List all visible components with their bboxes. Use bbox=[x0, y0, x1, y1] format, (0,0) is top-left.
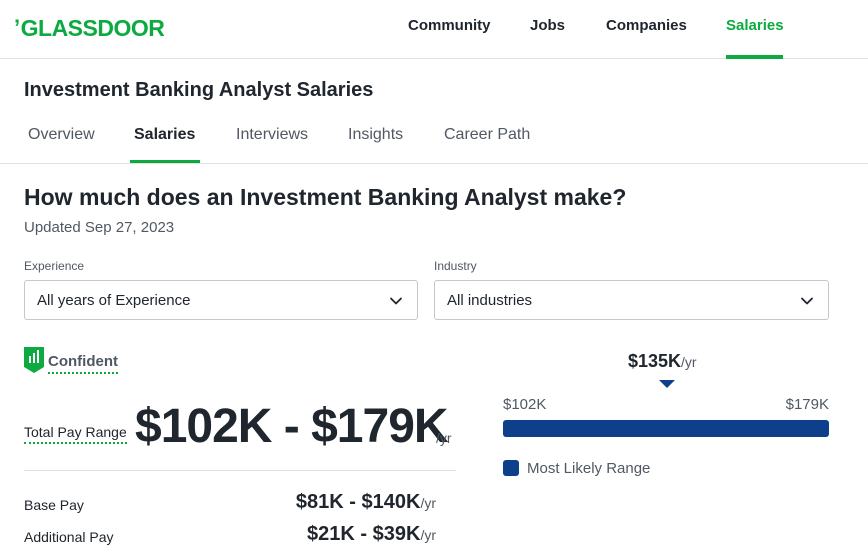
additional-pay-value: $21K - $39K/yr bbox=[307, 523, 436, 546]
nav-community[interactable]: Community bbox=[408, 17, 491, 34]
chevron-down-icon bbox=[801, 297, 813, 305]
legend-label: Most Likely Range bbox=[527, 460, 651, 477]
median-pay: $135K/yr bbox=[628, 351, 697, 372]
glassdoor-logo[interactable]: ’ GLASSDOOR bbox=[14, 14, 165, 42]
additional-pay-label: Additional Pay bbox=[24, 529, 114, 545]
updated-date: Updated Sep 27, 2023 bbox=[24, 219, 175, 236]
chevron-down-icon bbox=[390, 297, 402, 305]
total-pay-unit: /yr bbox=[436, 430, 452, 446]
industry-select-value: All industries bbox=[447, 292, 533, 309]
legend-swatch bbox=[503, 460, 519, 476]
tab-interviews[interactable]: Interviews bbox=[236, 126, 308, 144]
tab-overview[interactable]: Overview bbox=[28, 126, 95, 144]
total-pay-range-label[interactable]: Total Pay Range bbox=[24, 424, 127, 444]
confidence-label[interactable]: Confident bbox=[48, 353, 118, 374]
nav-salaries[interactable]: Salaries bbox=[726, 17, 784, 34]
additional-pay-unit: /yr bbox=[420, 527, 436, 543]
experience-select[interactable]: All years of Experience bbox=[24, 280, 418, 320]
base-pay-value: $81K - $140K/yr bbox=[296, 491, 436, 514]
median-pay-value: $135K bbox=[628, 351, 682, 371]
most-likely-range-bar bbox=[503, 420, 829, 437]
tab-insights[interactable]: Insights bbox=[348, 126, 403, 144]
top-nav-bar: ’ GLASSDOOR Community Jobs Companies Sal… bbox=[0, 0, 868, 59]
base-pay-unit: /yr bbox=[420, 495, 436, 511]
base-pay-amount: $81K - $140K bbox=[295, 491, 421, 513]
tab-salaries[interactable]: Salaries bbox=[134, 126, 195, 144]
median-marker-icon bbox=[659, 380, 675, 388]
nav-active-indicator bbox=[726, 55, 783, 59]
industry-label: Industry bbox=[434, 259, 477, 273]
tab-career-path[interactable]: Career Path bbox=[444, 126, 530, 144]
page-title: Investment Banking Analyst Salaries bbox=[24, 79, 374, 101]
experience-select-value: All years of Experience bbox=[37, 292, 191, 309]
median-pay-unit: /yr bbox=[681, 354, 697, 370]
tab-active-indicator bbox=[130, 160, 200, 163]
nav-companies[interactable]: Companies bbox=[606, 17, 687, 34]
confidence-bars-icon bbox=[24, 347, 44, 373]
range-min-label: $102K bbox=[503, 396, 547, 413]
sub-tabs: Overview Salaries Interviews Insights Ca… bbox=[0, 110, 868, 164]
divider bbox=[24, 470, 456, 471]
base-pay-label: Base Pay bbox=[24, 497, 84, 513]
range-max-label: $179K bbox=[785, 396, 829, 413]
nav-jobs[interactable]: Jobs bbox=[530, 17, 565, 34]
logo-mark-icon: ’ bbox=[14, 15, 20, 40]
additional-pay-amount: $21K - $39K bbox=[307, 523, 421, 545]
salary-question-heading: How much does an Investment Banking Anal… bbox=[24, 184, 627, 210]
logo-text: GLASSDOOR bbox=[20, 14, 165, 41]
experience-label: Experience bbox=[24, 259, 85, 273]
industry-select[interactable]: All industries bbox=[434, 280, 829, 320]
total-pay-range-value: $102K - $179K bbox=[135, 400, 449, 453]
